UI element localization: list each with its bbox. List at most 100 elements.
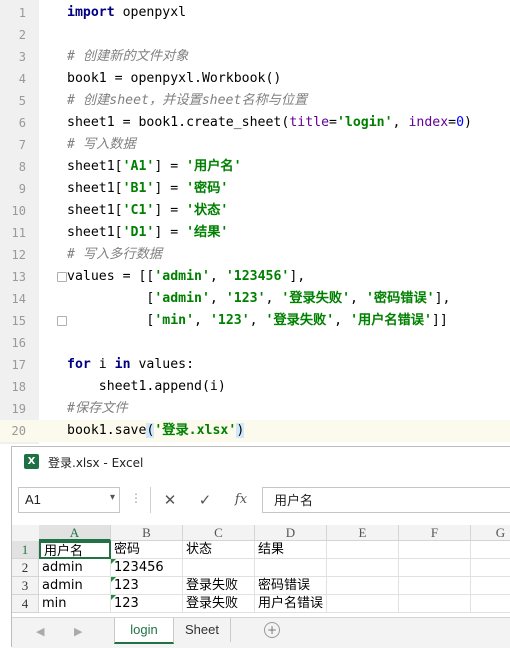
scroll-left-icon[interactable]: ◀ [36, 625, 44, 638]
error-indicator-icon[interactable] [111, 559, 116, 564]
line-number: 11 [11, 226, 26, 240]
table-cell[interactable] [255, 559, 327, 577]
table-cell[interactable] [399, 541, 471, 559]
error-indicator-icon[interactable] [111, 595, 116, 600]
error-indicator-icon[interactable] [111, 577, 116, 582]
name-box[interactable]: A1 ▾ [18, 487, 120, 513]
table-cell[interactable]: 密码 [111, 541, 183, 559]
code-line[interactable]: 4 book1 = openpyxl.Workbook() [0, 68, 510, 90]
table-cell[interactable] [471, 577, 510, 595]
table-cell[interactable]: 状态 [183, 541, 255, 559]
code-line[interactable]: 6 sheet1 = book1.create_sheet(title='logi… [0, 112, 510, 134]
table-cell[interactable] [183, 559, 255, 577]
cell-text: 登录失败 [186, 578, 239, 593]
code-token: sheet1[ [67, 181, 123, 196]
insert-function-icon[interactable]: fx [231, 490, 251, 510]
table-cell[interactable]: admin [39, 559, 111, 577]
scroll-right-icon[interactable]: ▶ [74, 625, 82, 638]
code-line[interactable]: 19 #保存文件 [0, 398, 510, 420]
code-line[interactable]: 12 # 写入多行数据 [0, 244, 510, 266]
code-line[interactable]: 8 sheet1['A1'] = '用户名' [0, 156, 510, 178]
row-header[interactable]: 1 [12, 541, 39, 559]
add-sheet-icon[interactable]: + [264, 622, 280, 638]
code-line[interactable]: 16 [0, 332, 510, 354]
table-cell[interactable]: 登录失败 [183, 595, 255, 613]
code-text: ['admin', '123', '登录失败', '密码错误'], [67, 289, 450, 309]
table-cell[interactable]: 123 [111, 577, 183, 595]
code-token: sheet1.append(i) [67, 379, 226, 394]
line-number: 14 [11, 292, 26, 306]
code-token: in [114, 357, 131, 372]
code-line[interactable]: 3 # 创建新的文件对象 [0, 46, 510, 68]
table-cell[interactable]: 用户名 [39, 541, 111, 559]
formula-value: 用户名 [274, 494, 314, 509]
code-token: , [194, 313, 210, 328]
column-header[interactable]: B [111, 525, 183, 541]
code-line[interactable]: 10 sheet1['C1'] = '状态' [0, 200, 510, 222]
chevron-down-icon[interactable]: ▾ [110, 492, 115, 503]
code-line[interactable]: 7 # 写入数据 [0, 134, 510, 156]
code-token: for [67, 357, 91, 372]
table-cell[interactable]: 登录失败 [183, 577, 255, 595]
table-cell[interactable] [327, 559, 399, 577]
code-line[interactable]: 18 sheet1.append(i) [0, 376, 510, 398]
table-cell[interactable]: admin [39, 577, 111, 595]
table-cell[interactable] [399, 559, 471, 577]
select-all-corner[interactable] [12, 525, 40, 542]
column-header[interactable]: E [327, 525, 399, 541]
code-line[interactable]: 1 import openpyxl [0, 2, 510, 24]
code-line[interactable]: 13 values = [['admin', '123456'], [0, 266, 510, 288]
column-header[interactable]: F [399, 525, 471, 541]
enter-check-icon[interactable]: ✓ [195, 490, 215, 510]
table-cell[interactable] [471, 541, 510, 559]
fold-icon[interactable] [57, 272, 67, 282]
cell-text: 登录失败 [186, 596, 239, 611]
table-cell[interactable]: 123456 [111, 559, 183, 577]
spreadsheet-grid[interactable]: A B C D E F G 1 用户名 密码 状态 结果 2 admin 123456 3 admin 123 登录… [12, 525, 510, 617]
code-line[interactable]: 9 sheet1['B1'] = '密码' [0, 178, 510, 200]
table-cell[interactable] [327, 577, 399, 595]
table-cell[interactable]: min [39, 595, 111, 613]
row-header[interactable]: 2 [12, 559, 39, 577]
code-token: values = [[ [67, 269, 155, 284]
table-cell[interactable]: 用户名错误 [255, 595, 327, 613]
code-token: '123' [225, 291, 266, 306]
column-header[interactable]: D [255, 525, 327, 541]
column-header[interactable]: G [471, 525, 510, 541]
sheet-tab-sheet[interactable]: Sheet [174, 618, 231, 642]
code-text: ['min', '123', '登录失败', '用户名错误']] [67, 311, 447, 331]
table-cell[interactable] [399, 577, 471, 595]
name-box-value: A1 [25, 492, 41, 507]
code-line[interactable]: 17 for i in values: [0, 354, 510, 376]
table-cell[interactable]: 结果 [255, 541, 327, 559]
code-token: import [67, 5, 115, 20]
table-cell[interactable]: 密码错误 [255, 577, 327, 595]
code-line[interactable]: 15 ['min', '123', '登录失败', '用户名错误']] [0, 310, 510, 332]
code-line[interactable]: 5 # 创建sheet，并设置sheet名称与位置 [0, 90, 510, 112]
code-line[interactable]: 2 [0, 24, 510, 46]
fold-icon[interactable] [57, 316, 67, 326]
table-cell[interactable] [327, 541, 399, 559]
cell-text: 123 [114, 578, 139, 593]
row-header[interactable]: 4 [12, 595, 39, 613]
table-cell[interactable]: 123 [111, 595, 183, 613]
code-token: # 创建sheet，并设置sheet名称与位置 [67, 93, 308, 108]
row-header[interactable]: 3 [12, 577, 39, 595]
code-token: title [289, 115, 330, 130]
code-line[interactable]: 11 sheet1['D1'] = '结果' [0, 222, 510, 244]
table-cell[interactable] [327, 595, 399, 613]
table-cell[interactable] [471, 595, 510, 613]
cancel-icon[interactable]: ✕ [160, 490, 180, 510]
more-icon[interactable]: ⋮ [130, 491, 142, 505]
table-cell[interactable] [471, 559, 510, 577]
code-line[interactable]: 20 book1.save('登录.xlsx') [0, 420, 510, 442]
table-cell[interactable] [399, 595, 471, 613]
column-header[interactable]: C [183, 525, 255, 541]
line-number: 19 [11, 402, 26, 416]
code-text: sheet1['C1'] = '状态' [67, 201, 228, 221]
code-line[interactable]: 14 ['admin', '123', '登录失败', '密码错误'], [0, 288, 510, 310]
excel-window[interactable]: X 登录.xlsx - Excel A1 ▾ ⋮ ✕ ✓ fx 用户名 ABCD… [11, 446, 510, 648]
sheet-tab-login[interactable]: login [114, 618, 174, 644]
code-editor[interactable]: 1 import openpyxl 2 3 # 创建新的文件对象 4 book1 = ope… [0, 0, 510, 444]
column-header[interactable]: A [39, 525, 111, 541]
